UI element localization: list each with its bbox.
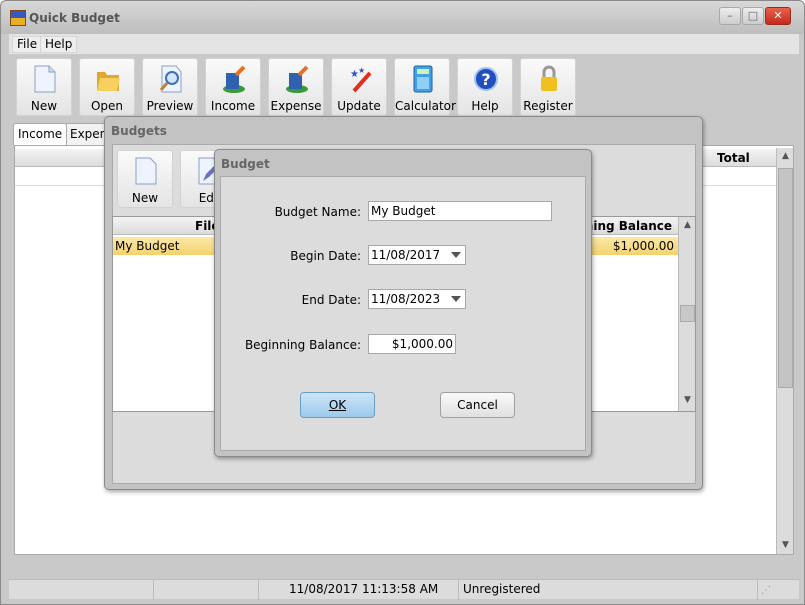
row-balance: $1,000.00 bbox=[612, 239, 674, 253]
folder-open-icon bbox=[97, 72, 120, 91]
new-document-icon bbox=[135, 157, 157, 185]
svg-text:★: ★ bbox=[358, 66, 365, 75]
status-bar: 11/08/2017 11:13:58 AM Unregistered ⋰ bbox=[9, 579, 799, 600]
chevron-down-icon[interactable] bbox=[451, 252, 461, 258]
ok-label: OK bbox=[328, 398, 347, 412]
toolbar-calculator-button[interactable]: Calculator bbox=[394, 58, 456, 116]
status-cell bbox=[154, 580, 259, 600]
tab-income[interactable]: Income bbox=[13, 123, 68, 145]
end-date-dropdown[interactable]: 11/08/2023 bbox=[368, 289, 466, 309]
scroll-down-icon[interactable]: ▼ bbox=[780, 540, 791, 552]
budgets-new-label: New bbox=[131, 191, 159, 205]
cancel-label: Cancel bbox=[457, 398, 498, 412]
status-cell bbox=[9, 580, 154, 600]
budgets-new-button[interactable]: New bbox=[117, 150, 173, 208]
row-name: My Budget bbox=[115, 239, 180, 253]
header-total[interactable]: Total bbox=[717, 151, 750, 165]
budget-form: Budget Name: My Budget Begin Date: 11/08… bbox=[220, 176, 586, 451]
menu-file-label: File bbox=[17, 37, 38, 51]
toolbar-button-label: Expense bbox=[270, 99, 322, 113]
toolbar-button-label: Help bbox=[471, 99, 499, 113]
minimize-button[interactable]: – bbox=[719, 7, 741, 25]
vertical-scrollbar[interactable]: ▲ ▼ bbox=[776, 148, 793, 554]
toolbar-expense-button[interactable]: Expense bbox=[268, 58, 324, 116]
end-date-label: End Date: bbox=[301, 293, 361, 307]
toolbar-button-label: Update bbox=[337, 99, 381, 113]
toolbar-button-label: Calculator bbox=[395, 99, 456, 113]
toolbar-button-label: Open bbox=[90, 99, 124, 113]
maximize-button[interactable]: □ bbox=[742, 7, 764, 25]
help-question-icon: ? bbox=[474, 67, 498, 91]
beginning-balance-label: Beginning Balance: bbox=[244, 338, 361, 352]
toolbar-new-button[interactable]: New bbox=[16, 58, 72, 116]
magic-wand-icon: ★ ★ bbox=[350, 66, 372, 93]
calculator-icon bbox=[413, 65, 433, 93]
scroll-up-icon[interactable]: ▲ bbox=[780, 151, 791, 163]
begin-date-dropdown[interactable]: 11/08/2017 bbox=[368, 245, 466, 265]
menu-help[interactable]: Help bbox=[40, 36, 78, 53]
budgets-dialog-title: Budgets bbox=[111, 124, 167, 138]
new-document-icon bbox=[34, 65, 56, 93]
budget-name-label: Budget Name: bbox=[274, 205, 361, 219]
toolbar-help-button[interactable]: ? Help bbox=[457, 58, 513, 116]
menu-help-label: Help bbox=[45, 37, 73, 51]
cancel-button[interactable]: Cancel bbox=[440, 392, 515, 418]
app-icon bbox=[10, 10, 26, 26]
status-datetime: 11/08/2017 11:13:58 AM bbox=[259, 580, 459, 600]
scroll-up-icon[interactable]: ▲ bbox=[682, 220, 693, 232]
svg-text:?: ? bbox=[481, 70, 490, 89]
toolbar-button-label: Income bbox=[210, 99, 256, 113]
beginning-balance-input[interactable]: $1,000.00 bbox=[368, 334, 456, 354]
scroll-thumb[interactable] bbox=[778, 168, 793, 388]
close-button[interactable]: ✕ bbox=[765, 7, 791, 25]
status-registration: Unregistered bbox=[459, 580, 758, 600]
budget-dialog-title: Budget bbox=[221, 157, 270, 171]
tab-expense-label: Expen bbox=[70, 127, 108, 141]
scroll-thumb[interactable] bbox=[680, 305, 695, 322]
title-bar: Quick Budget – □ ✕ bbox=[1, 1, 804, 34]
scroll-down-icon[interactable]: ▼ bbox=[682, 395, 693, 407]
budget-dialog: Budget Budget Name: My Budget Begin Date… bbox=[214, 149, 592, 457]
window-title: Quick Budget bbox=[29, 11, 120, 25]
budgets-scrollbar[interactable]: ▲ ▼ bbox=[678, 217, 695, 411]
toolbar-button-label: Preview bbox=[146, 99, 194, 113]
end-date-value: 11/08/2023 bbox=[371, 292, 441, 306]
begin-date-label: Begin Date: bbox=[290, 249, 361, 263]
begin-date-value: 11/08/2017 bbox=[371, 248, 441, 262]
budget-name-input[interactable]: My Budget bbox=[368, 201, 552, 221]
toolbar-open-button[interactable]: Open bbox=[79, 58, 135, 116]
chevron-down-icon[interactable] bbox=[451, 296, 461, 302]
preview-magnifier-icon bbox=[159, 65, 182, 93]
menu-file[interactable]: File bbox=[12, 36, 43, 53]
resize-grip-icon[interactable]: ⋰ bbox=[761, 585, 771, 596]
toolbar-preview-button[interactable]: Preview bbox=[142, 58, 198, 116]
toolbar-update-button[interactable]: ★ ★ Update bbox=[331, 58, 387, 116]
tab-income-label: Income bbox=[18, 127, 63, 141]
menu-bar: File Help bbox=[9, 34, 799, 54]
toolbar-button-label: Register bbox=[523, 99, 573, 113]
toolbar-register-button[interactable]: Register bbox=[520, 58, 576, 116]
expense-building-icon bbox=[286, 65, 309, 93]
toolbar-income-button[interactable]: Income bbox=[205, 58, 261, 116]
income-building-icon bbox=[223, 65, 246, 93]
toolbar-button-label: New bbox=[30, 99, 58, 113]
header-beginning-balance[interactable]: ning Balance bbox=[585, 219, 672, 233]
ok-button[interactable]: OK bbox=[300, 392, 375, 418]
padlock-icon bbox=[541, 65, 557, 91]
